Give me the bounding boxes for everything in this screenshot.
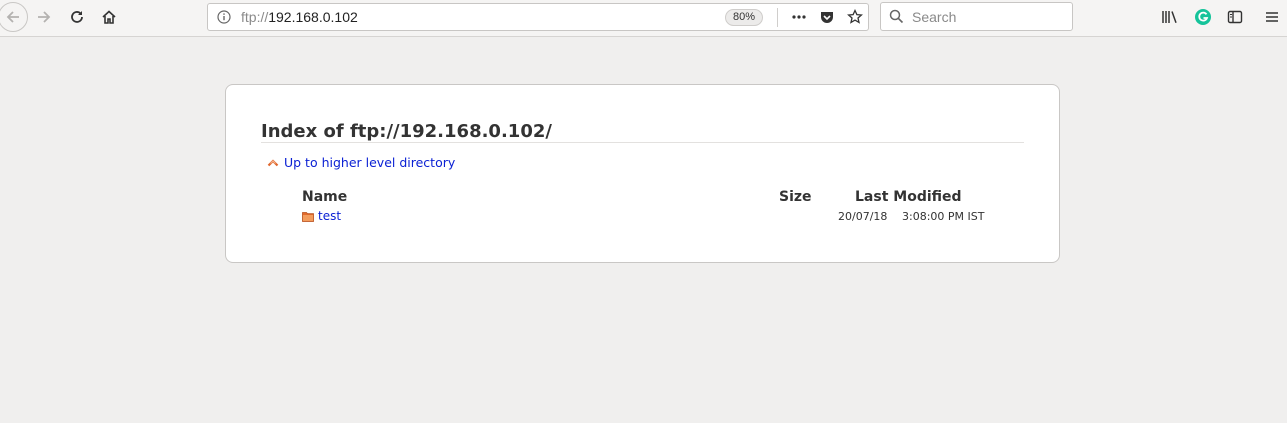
row-date: 20/07/18 xyxy=(838,210,888,223)
search-bar[interactable]: Search xyxy=(880,2,1073,31)
info-icon[interactable] xyxy=(217,10,231,24)
menu-button[interactable] xyxy=(1259,4,1285,30)
back-button[interactable] xyxy=(0,2,28,32)
menu-icon xyxy=(1266,12,1278,22)
reload-button[interactable] xyxy=(64,4,90,30)
pocket-icon xyxy=(821,12,833,23)
folder-link-test[interactable]: test xyxy=(302,209,341,223)
bookmark-star-icon xyxy=(847,9,863,24)
sidebar-icon xyxy=(1227,10,1243,24)
grammarly-icon xyxy=(1195,9,1211,25)
browser-toolbar: ftp://192.168.0.102 80% Search xyxy=(0,0,1287,37)
row-name: test xyxy=(318,209,342,223)
page-actions-button[interactable] xyxy=(786,4,812,30)
forward-button[interactable] xyxy=(31,4,57,30)
sidebar-button[interactable] xyxy=(1222,4,1248,30)
zoom-level-badge[interactable]: 80% xyxy=(725,9,764,26)
grammarly-button[interactable] xyxy=(1190,4,1216,30)
directory-listing-panel: Index of ftp://192.168.0.102/ Up to high… xyxy=(225,84,1060,263)
home-button[interactable] xyxy=(96,4,122,30)
more-dots-icon xyxy=(792,15,806,19)
pocket-button[interactable] xyxy=(814,4,840,30)
url-bar[interactable]: ftp://192.168.0.102 80% xyxy=(207,3,869,31)
url-text[interactable]: ftp://192.168.0.102 xyxy=(241,9,358,25)
table-row: test 20/07/18 3:08:00 PM IST xyxy=(302,209,992,225)
url-host: 192.168.0.102 xyxy=(268,9,358,25)
title-divider xyxy=(261,142,1024,143)
folder-icon xyxy=(302,211,314,222)
search-icon xyxy=(889,9,904,24)
row-time: 3:08:00 PM IST xyxy=(902,210,985,223)
reload-icon xyxy=(71,11,83,23)
bookmark-button[interactable] xyxy=(842,4,868,30)
up-arrow-icon xyxy=(267,159,279,167)
column-header-name[interactable]: Name xyxy=(302,189,347,205)
url-protocol: ftp:// xyxy=(241,9,269,25)
up-directory-label: Up to higher level directory xyxy=(284,155,456,170)
up-directory-link[interactable]: Up to higher level directory xyxy=(267,155,455,170)
library-button[interactable] xyxy=(1157,4,1183,30)
column-header-modified[interactable]: Last Modified xyxy=(855,189,962,205)
home-icon xyxy=(102,10,116,24)
page-title: Index of ftp://192.168.0.102/ xyxy=(261,121,552,142)
forward-arrow-icon xyxy=(38,11,51,23)
back-arrow-icon xyxy=(6,11,19,23)
url-divider xyxy=(777,8,778,27)
column-header-size[interactable]: Size xyxy=(779,189,812,205)
library-icon xyxy=(1162,11,1177,23)
search-placeholder: Search xyxy=(912,9,957,25)
